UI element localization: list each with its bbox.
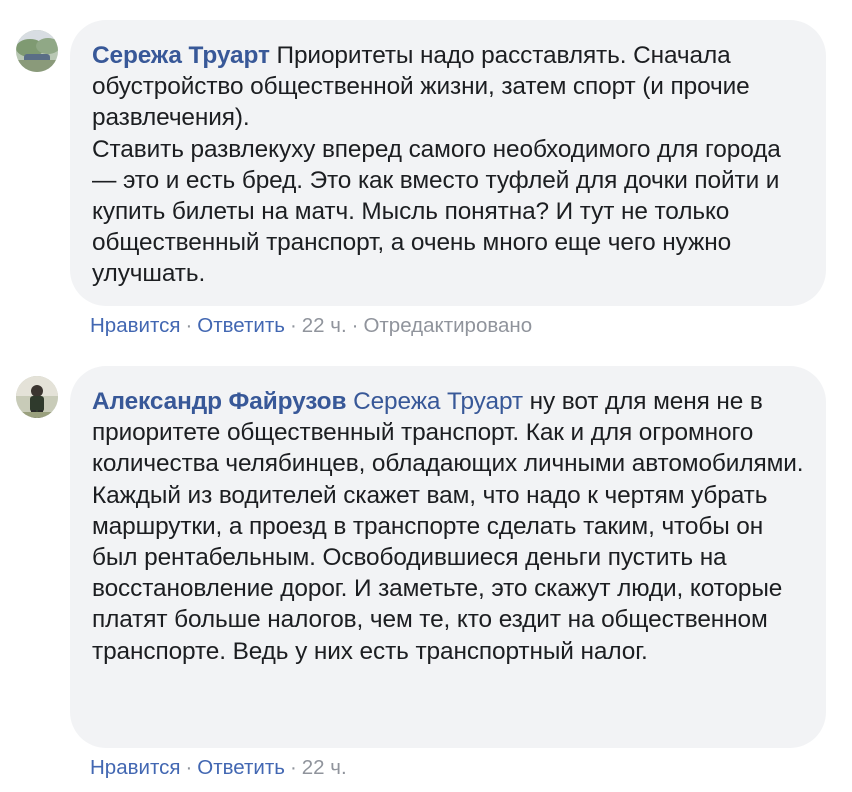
avatar[interactable] — [16, 376, 58, 418]
comment-bubble: Сережа Труарт Приоритеты надо расставлят… — [70, 20, 826, 306]
comment-bubble: Александр Файрузов Сережа Труарт ну вот … — [70, 366, 826, 748]
comment-author-link[interactable]: Сережа Труарт — [92, 42, 270, 69]
comment-text: ну вот для меня не в приоритете обществе… — [92, 388, 804, 665]
user-photo-icon — [16, 376, 58, 418]
comment-actions: Нравится · Ответить · 22 ч. — [90, 756, 347, 780]
separator: · — [351, 314, 359, 337]
avatar[interactable] — [16, 30, 58, 72]
comment-actions: Нравится · Ответить · 22 ч. · Отредактировано — [90, 314, 532, 338]
separator: · — [289, 756, 297, 779]
separator: · — [185, 756, 193, 779]
comment-text: Ставить развлекуху вперед самого необход… — [92, 135, 781, 288]
edited-label[interactable]: Отредактировано — [363, 314, 532, 337]
like-button[interactable]: Нравится — [90, 314, 180, 337]
reply-button[interactable]: Ответить — [197, 756, 285, 779]
reply-button[interactable]: Ответить — [197, 314, 285, 337]
comment-author-link[interactable]: Александр Файрузов — [92, 388, 346, 415]
comment-timestamp[interactable]: 22 ч. — [302, 314, 347, 337]
mention-link[interactable]: Сережа Труарт — [353, 388, 523, 415]
user-photo-icon — [16, 30, 58, 72]
comment-timestamp[interactable]: 22 ч. — [302, 756, 347, 779]
separator: · — [289, 314, 297, 337]
separator: · — [185, 314, 193, 337]
like-button[interactable]: Нравится — [90, 756, 180, 779]
